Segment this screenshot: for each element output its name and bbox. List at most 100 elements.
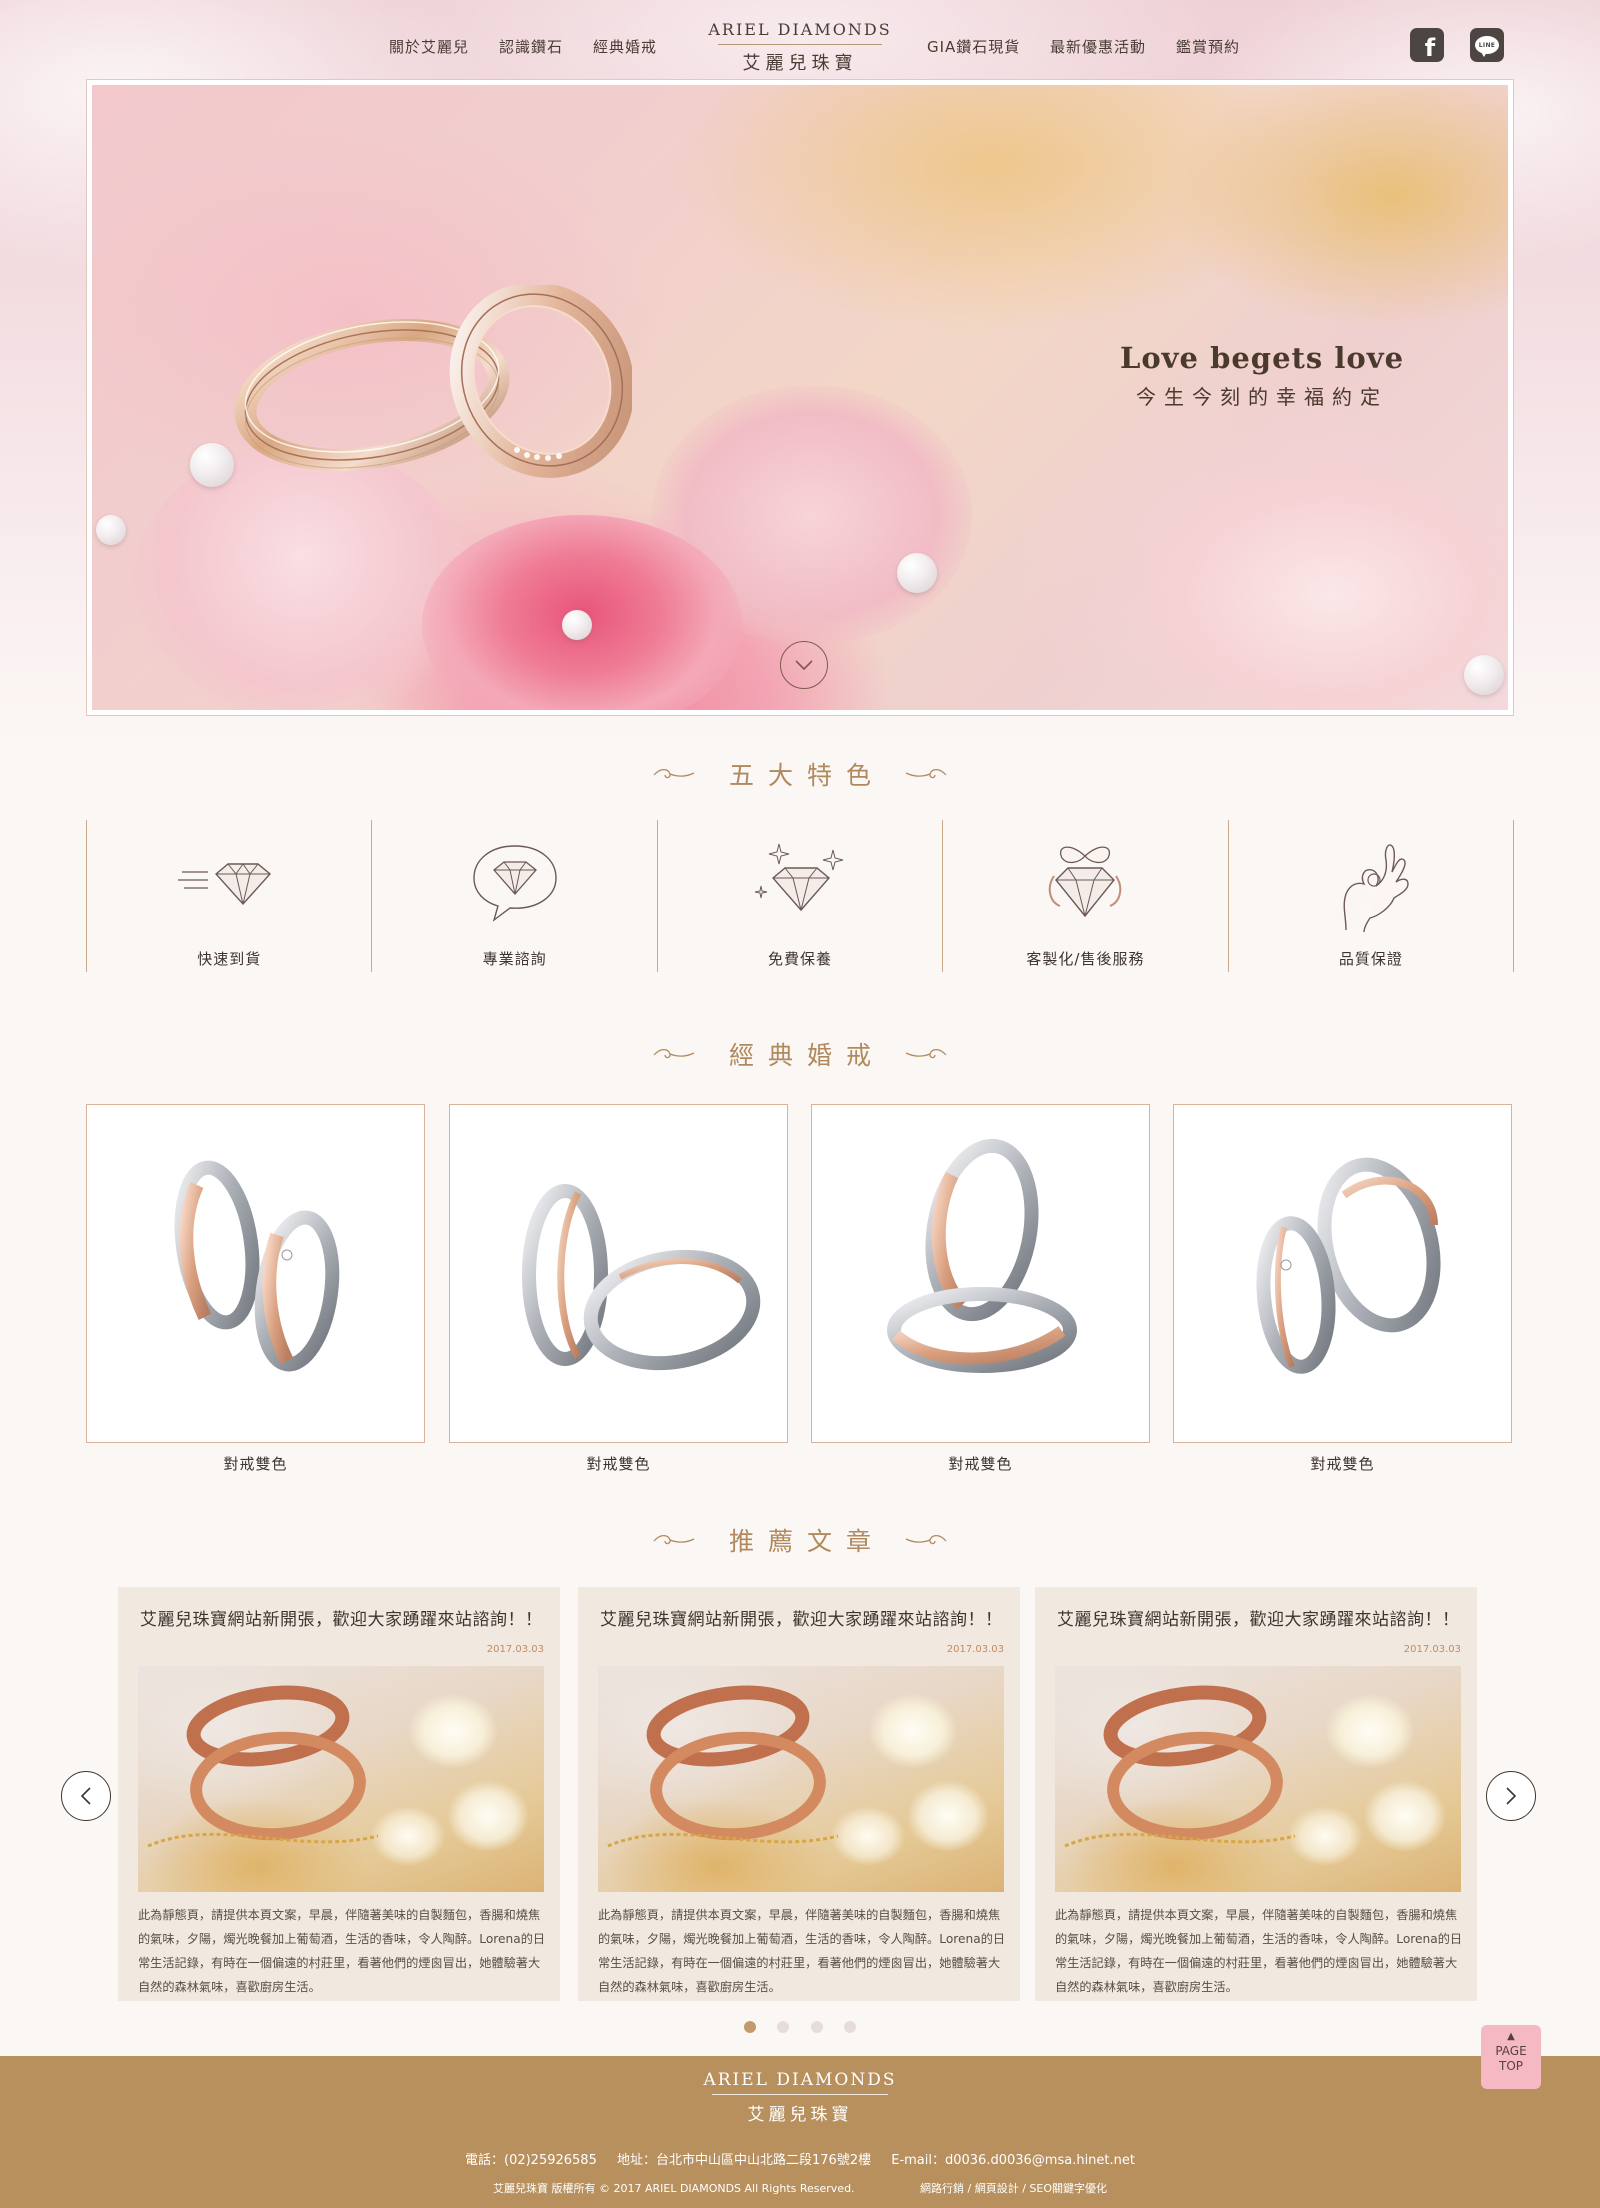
nav-appointment[interactable]: 鑑賞預約 — [1176, 36, 1240, 57]
feature-label: 客製化/售後服務 — [1026, 950, 1145, 968]
diamond-gift-bow-icon — [1049, 846, 1122, 918]
ring-product-card[interactable] — [86, 1104, 425, 1443]
articles-section-title: 推薦文章 — [0, 1522, 1600, 1558]
features-title-text: 五大特色 — [728, 761, 885, 790]
chevron-right-icon — [1506, 1787, 1517, 1805]
ring-pair-image — [1256, 1157, 1441, 1374]
article-rings-photo — [1064, 1685, 1296, 1848]
ring-product-card[interactable] — [449, 1104, 788, 1443]
ok-hand-icon — [1343, 844, 1409, 933]
rings-section-title: 經典婚戒 — [0, 1036, 1600, 1072]
page-top-button[interactable]: ▲ PAGE TOP — [1481, 2025, 1541, 2089]
feature-label: 專業諮詢 — [482, 950, 547, 968]
footer-credit-link[interactable]: 網路行銷 / 網頁設計 / SEO關鍵字優化 — [920, 2180, 1107, 2196]
article-title[interactable]: 艾麗兒珠寶網站新開張，歡迎大家踴躍來站諮詢！！ — [600, 1605, 1003, 1630]
rings-title-text: 經典婚戒 — [728, 1041, 885, 1070]
article-image[interactable] — [138, 1666, 544, 1892]
nav-classic-rings[interactable]: 經典婚戒 — [593, 36, 657, 57]
footer-copyright: 艾麗兒珠寶 版權所有 © 2017 ARIEL DIAMONDS All Rig… — [493, 2182, 855, 2195]
article-title[interactable]: 艾麗兒珠寶網站新開張，歡迎大家踴躍來站諮詢！！ — [1057, 1605, 1460, 1630]
site-footer: ARIEL DIAMONDS 艾麗兒珠寶 電話：(02)25926585 地址：… — [0, 2056, 1600, 2208]
features-section-title: 五大特色 — [0, 756, 1600, 792]
ornament-right-icon — [905, 768, 947, 779]
article-card[interactable]: 艾麗兒珠寶網站新開張，歡迎大家踴躍來站諮詢！！ 2017.03.03 此為靜態頁… — [578, 1587, 1020, 2001]
article-title[interactable]: 艾麗兒珠寶網站新開張，歡迎大家踴躍來站諮詢！！ — [140, 1605, 543, 1630]
ring-label: 對戒雙色 — [948, 1455, 1013, 1473]
article-image[interactable] — [598, 1666, 1004, 1892]
diamond-speech-bubble-icon — [472, 845, 557, 922]
top-navigation: 關於艾麗兒 認識鑽石 經典婚戒 ARIEL DIAMONDS 艾麗兒珠寶 GIA… — [0, 0, 1600, 80]
carousel-dot[interactable] — [777, 2021, 790, 2033]
carousel-next-button[interactable] — [1486, 1771, 1536, 1821]
ring-pair-image — [174, 1160, 340, 1372]
carousel-dot[interactable] — [843, 2021, 856, 2033]
article-date: 2017.03.03 — [486, 1644, 544, 1655]
footer-logo-divider — [712, 2094, 888, 2095]
feature-label: 免費保養 — [768, 950, 833, 968]
feature-quality-guarantee[interactable]: 品質保證 — [1227, 820, 1515, 972]
ornament-right-icon — [905, 1048, 947, 1059]
footer-email[interactable]: E-mail：d0036.d0036@msa.hinet.net — [891, 2153, 1135, 2168]
scroll-down-button[interactable] — [780, 641, 828, 689]
ornament-left-icon — [653, 1534, 695, 1545]
feature-free-maintenance[interactable]: 免費保養 — [656, 820, 942, 972]
feature-label: 快速到貨 — [197, 950, 262, 968]
hero-title: Love begets love — [1119, 341, 1405, 375]
ring-label: 對戒雙色 — [586, 1455, 651, 1473]
page-top-label-2: TOP — [1498, 2059, 1523, 2073]
carousel-prev-button[interactable] — [61, 1771, 111, 1821]
wedding-rings-illustration — [234, 285, 632, 478]
article-date: 2017.03.03 — [1403, 1644, 1461, 1655]
nav-diamond-knowledge[interactable]: 認識鑽石 — [499, 36, 563, 57]
article-date: 2017.03.03 — [946, 1644, 1004, 1655]
ring-pair-image — [522, 1184, 761, 1371]
feature-label: 品質保證 — [1338, 950, 1403, 968]
hero-banner-frame: Love begets love 今生今刻的幸福約定 — [86, 79, 1514, 716]
article-excerpt: 此為靜態頁，請提供本頁文案，早晨，伴隨著美味的自製麵包，香腸和燒焦的氣味，夕陽，… — [598, 1908, 1006, 1994]
carousel-pagination — [0, 2018, 1600, 2037]
article-excerpt: 此為靜態頁，請提供本頁文案，早晨，伴隨著美味的自製麵包，香腸和燒焦的氣味，夕陽，… — [138, 1908, 546, 1994]
pearl — [1464, 655, 1504, 695]
line-icon[interactable]: LINE — [1470, 28, 1504, 62]
fast-diamond-icon — [178, 863, 272, 906]
article-card[interactable]: 艾麗兒珠寶網站新開張，歡迎大家踴躍來站諮詢！！ 2017.03.03 此為靜態頁… — [1035, 1587, 1477, 2001]
nav-about[interactable]: 關於艾麗兒 — [389, 36, 469, 57]
rose-petal — [1142, 465, 1508, 710]
article-excerpt: 此為靜態頁，請提供本頁文案，早晨，伴隨著美味的自製麵包，香腸和燒焦的氣味，夕陽，… — [1055, 1908, 1463, 1994]
ring-product-card[interactable] — [811, 1104, 1150, 1443]
pearl — [897, 553, 937, 593]
article-image[interactable] — [1055, 1666, 1461, 1892]
facebook-icon[interactable]: f — [1410, 28, 1444, 62]
sparkling-diamond-icon — [754, 843, 844, 912]
ring-label: 對戒雙色 — [1310, 1455, 1375, 1473]
ring-label: 對戒雙色 — [223, 1455, 288, 1473]
article-card[interactable]: 艾麗兒珠寶網站新開張，歡迎大家踴躍來站諮詢！！ 2017.03.03 此為靜態頁… — [118, 1587, 560, 2001]
page-top-label-1: PAGE — [1495, 2044, 1527, 2058]
feature-fast-delivery[interactable]: 快速到貨 — [86, 820, 371, 972]
ornament-left-icon — [653, 1048, 695, 1059]
nav-promotions[interactable]: 最新優惠活動 — [1050, 36, 1146, 57]
footer-address: 地址：台北市中山區中山北路二段176號2樓 — [617, 2153, 872, 2168]
feature-consultation[interactable]: 專業諮詢 — [371, 820, 656, 972]
hero-banner-image: Love begets love 今生今刻的幸福約定 — [92, 85, 1508, 710]
footer-contact: 電話：(02)25926585 地址：台北市中山區中山北路二段176號2樓 E-… — [0, 2149, 1600, 2168]
facebook-glyph: f — [1424, 34, 1436, 62]
nav-gia-diamonds[interactable]: GIA鑽石現貨 — [927, 36, 1020, 57]
site-logo[interactable]: ARIEL DIAMONDS 艾麗兒珠寶 — [700, 20, 900, 75]
footer-logo-chinese: 艾麗兒珠寶 — [747, 2105, 853, 2125]
line-glyph: LINE — [1475, 36, 1499, 57]
hero-text-block: Love begets love 今生今刻的幸福約定 — [1112, 341, 1412, 410]
chevron-down-icon — [795, 660, 813, 671]
footer-phone: 電話：(02)25926585 — [465, 2153, 597, 2168]
pearl — [190, 443, 234, 487]
logo-english: ARIEL DIAMONDS — [708, 20, 892, 39]
carousel-dot[interactable] — [810, 2021, 823, 2033]
articles-title-text: 推薦文章 — [728, 1527, 885, 1556]
pearl — [96, 515, 126, 545]
ring-product-card[interactable] — [1173, 1104, 1512, 1443]
pearl — [562, 610, 592, 640]
carousel-dot[interactable] — [744, 2021, 757, 2033]
ornament-left-icon — [653, 768, 695, 779]
hero-subtitle: 今生今刻的幸福約定 — [1136, 385, 1388, 409]
feature-custom-service[interactable]: 客製化/售後服務 — [942, 820, 1227, 972]
